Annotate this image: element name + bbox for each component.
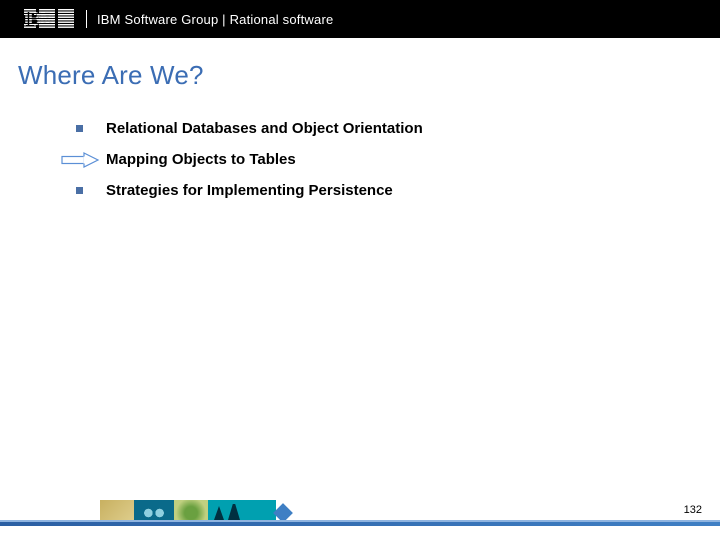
- bullet-list: Relational Databases and Object Orientat…: [76, 120, 636, 213]
- header-text: IBM Software Group | Rational software: [97, 12, 333, 27]
- list-item-current: Mapping Objects to Tables: [76, 151, 636, 168]
- arrow-right-icon: [60, 152, 106, 168]
- bullet-text: Strategies for Implementing Persistence: [106, 182, 393, 199]
- page-number: 132: [684, 504, 702, 516]
- header-bar: IBM IBM Software Group | Rational softwa…: [0, 0, 720, 38]
- square-bullet-icon: [76, 125, 106, 132]
- ibm-logo-icon: IBM: [24, 9, 74, 29]
- footer: 132: [0, 500, 720, 526]
- list-item: Strategies for Implementing Persistence: [76, 182, 636, 199]
- page-title: Where Are We?: [18, 60, 204, 91]
- svg-text:IBM: IBM: [24, 9, 54, 29]
- bullet-text: Mapping Objects to Tables: [106, 151, 296, 168]
- bullet-text: Relational Databases and Object Orientat…: [106, 120, 423, 137]
- slide: IBM IBM Software Group | Rational softwa…: [0, 0, 720, 540]
- list-item: Relational Databases and Object Orientat…: [76, 120, 636, 137]
- square-bullet-icon: [76, 187, 106, 194]
- footer-rule: [0, 522, 720, 526]
- header-divider: [86, 10, 87, 28]
